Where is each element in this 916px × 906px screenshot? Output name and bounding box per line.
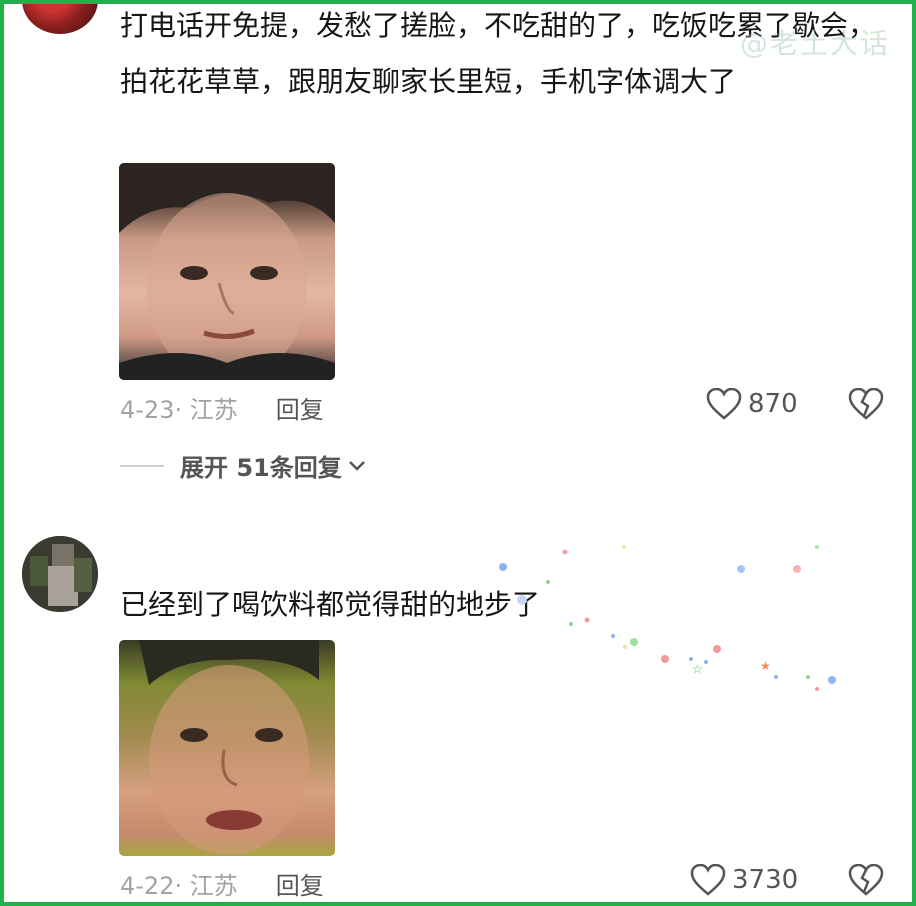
like-button[interactable]: 870 [706,388,798,420]
like-button[interactable]: 3730 [690,864,798,896]
expand-replies-button[interactable]: 展开 51条回复 [120,448,366,483]
like-count: 3730 [732,865,799,895]
comment-meta: 4-22· 江苏 回复 [120,866,324,901]
broken-heart-icon [848,387,884,420]
broken-heart-icon [848,863,884,896]
dislike-button[interactable] [848,863,884,900]
comment-image[interactable] [119,640,335,856]
chevron-down-icon [348,460,365,471]
svg-text:★: ★ [760,659,771,673]
face-photo-icon [139,640,319,855]
comment-meta: 4-23· 江苏 回复 [120,390,324,425]
reply-button[interactable]: 回复 [276,866,324,901]
date-location: 4-22· 江苏 [120,872,238,900]
comment-image[interactable] [119,163,335,380]
divider-line [120,464,164,467]
comment-text: 已经到了喝饮料都觉得甜的地步了 [120,588,541,621]
face-photo-icon [119,163,335,380]
svg-text:☆: ☆ [692,662,703,676]
avatar[interactable] [22,536,98,612]
date-location: 4-23· 江苏 [120,396,238,424]
dislike-button[interactable] [848,387,884,424]
watermark: @老土大话 [739,27,890,60]
heart-outline-icon [690,864,726,896]
reply-button[interactable]: 回复 [276,390,324,425]
expand-replies-label: 展开 51条回复 [180,454,342,482]
avatar[interactable] [22,0,98,34]
like-count: 870 [748,389,798,419]
heart-outline-icon [706,388,742,420]
